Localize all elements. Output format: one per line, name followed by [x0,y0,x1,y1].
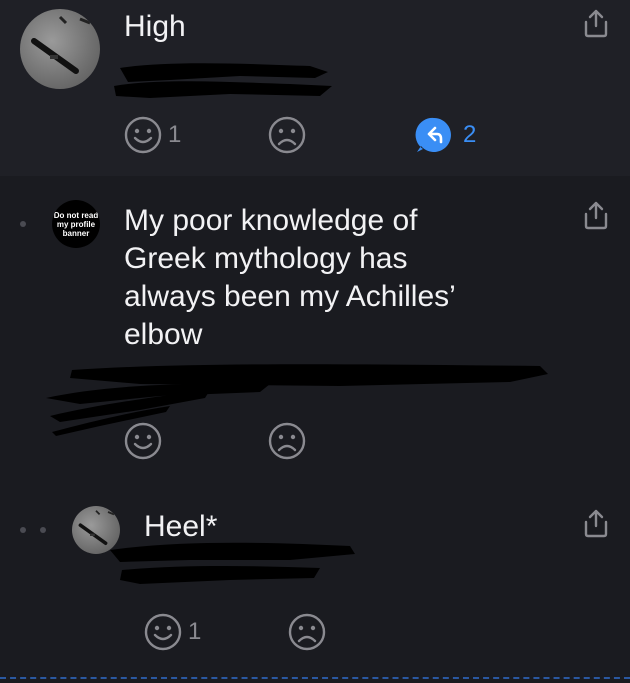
thread-depth-dot [40,527,46,533]
smile-icon [124,422,162,460]
like-count: 1 [188,618,202,645]
avatar-text-line: Do not read [53,210,99,220]
share-icon[interactable] [582,200,610,230]
post-title-line: My poor knowledge of [124,204,418,237]
redaction-mark [110,542,355,584]
user-avatar[interactable]: Do not read my profile banner [52,200,100,248]
smile-icon [144,613,182,651]
frown-icon [268,422,306,460]
avatar-text-line: banner [62,228,90,238]
smile-icon [124,116,162,154]
like-count: 1 [168,121,182,148]
boat-photo-icon [31,15,91,74]
frown-icon [268,116,306,154]
reply-bubble-icon [415,117,451,152]
post-title: My poor knowledge of Greek mythology has… [124,202,594,354]
loading-divider [0,677,630,683]
dislike-reaction[interactable] [268,422,312,460]
post-title-line: elbow [124,318,203,351]
like-reaction[interactable]: 1 [124,116,181,154]
like-reaction[interactable]: 1 [144,613,201,651]
replies-button[interactable]: 2 [415,116,476,154]
thread-depth-dot [20,527,26,533]
share-icon[interactable] [582,508,610,538]
user-avatar[interactable] [20,9,100,89]
post-title-line: Greek mythology has [124,242,408,275]
post-item[interactable]: High 1 2 [0,0,630,176]
share-icon[interactable] [582,8,610,38]
avatar-text-line: my profile [56,219,96,229]
frown-icon [288,613,326,651]
thread-depth-dot [20,221,26,227]
redaction-mark [114,63,332,98]
post-title: High [124,10,186,43]
dislike-reaction[interactable] [288,613,332,651]
like-reaction[interactable] [124,422,168,460]
post-item[interactable]: Do not read my profile banner My poor kn… [0,176,630,476]
dislike-reaction[interactable] [268,116,312,154]
post-title-line: always been my Achilles’ [124,280,456,313]
post-item[interactable]: Heel* 1 [0,476,630,683]
reply-count: 2 [463,121,477,148]
